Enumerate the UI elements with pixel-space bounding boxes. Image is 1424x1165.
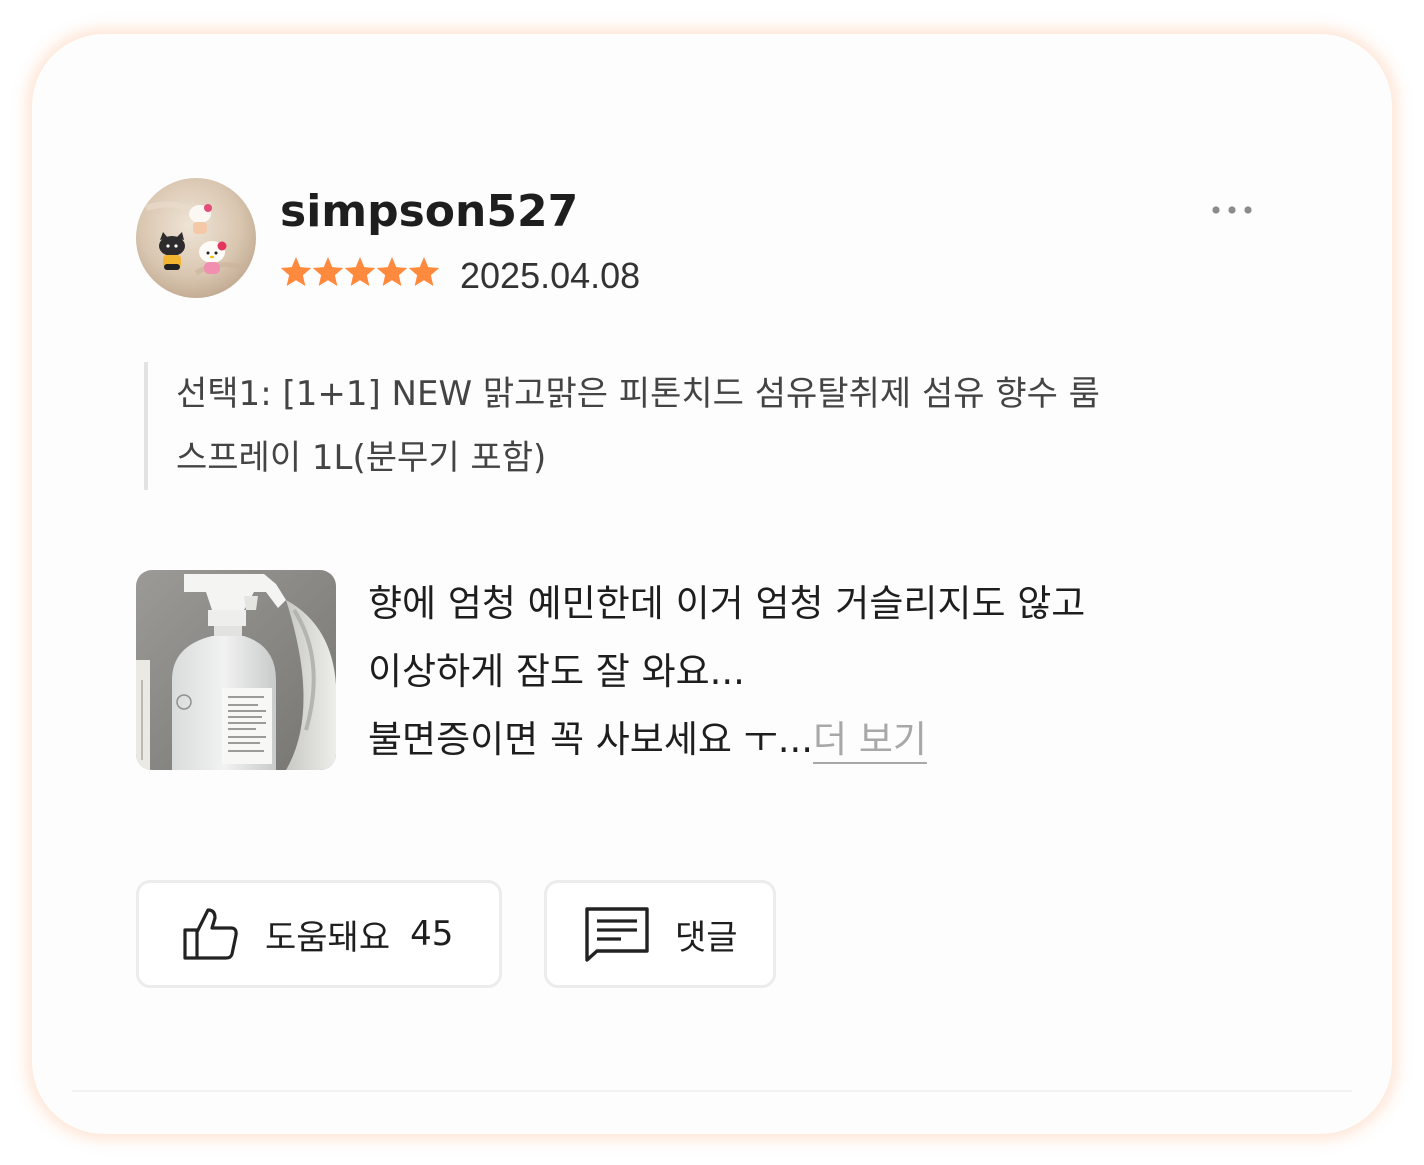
review-text-line: 이상하게 잠도 잘 와요... — [368, 650, 745, 693]
thumbs-up-icon — [181, 906, 241, 962]
option-line: 스프레이 1L(분무기 포함) — [176, 438, 547, 478]
divider — [72, 1090, 1352, 1092]
comment-button[interactable]: 댓글 — [544, 880, 776, 988]
star-icon — [344, 257, 376, 286]
review-photo[interactable] — [136, 570, 336, 770]
helpful-label: 도움돼요 — [265, 917, 391, 958]
see-more-link[interactable]: 더 보기 — [813, 718, 927, 761]
truncation-ellipsis: ... — [777, 718, 814, 761]
comment-icon — [583, 905, 651, 963]
avatar[interactable] — [136, 178, 256, 298]
username[interactable]: simpson527 — [280, 182, 578, 242]
more-options-button[interactable] — [1200, 194, 1264, 226]
star-icon — [408, 257, 440, 286]
star-icon — [280, 257, 312, 286]
review-text-line-last: 불면증이면 꼭 사보세요 ㅜ...더 보기 — [368, 706, 1268, 774]
helpful-button[interactable]: 도움돼요 45 — [136, 880, 502, 988]
star-icon — [376, 257, 408, 286]
comment-label: 댓글 — [675, 917, 738, 958]
more-dots-icon — [1212, 206, 1252, 214]
option-line: 선택1: [1+1] NEW 맑고맑은 피톤치드 섬유탈취제 섬유 향수 룸 — [176, 374, 1100, 414]
star-rating — [280, 256, 440, 290]
star-icon — [312, 257, 344, 286]
review-card: simpson527 2025.04.08 선택1: [1+1] NEW 맑고맑… — [32, 34, 1392, 1134]
review-text: 향에 엄청 예민한데 이거 엄청 거슬리지도 않고 이상하게 잠도 잘 와요..… — [368, 570, 1268, 774]
review-date: 2025.04.08 — [460, 255, 641, 296]
helpful-count: 45 — [410, 914, 454, 954]
review-text-line: 향에 엄청 예민한데 이거 엄청 거슬리지도 않고 — [368, 582, 1086, 625]
review-text-fragment: 불면증이면 꼭 사보세요 ㅜ — [368, 718, 778, 761]
purchased-option: 선택1: [1+1] NEW 맑고맑은 피톤치드 섬유탈취제 섬유 향수 룸 스… — [144, 362, 1264, 490]
